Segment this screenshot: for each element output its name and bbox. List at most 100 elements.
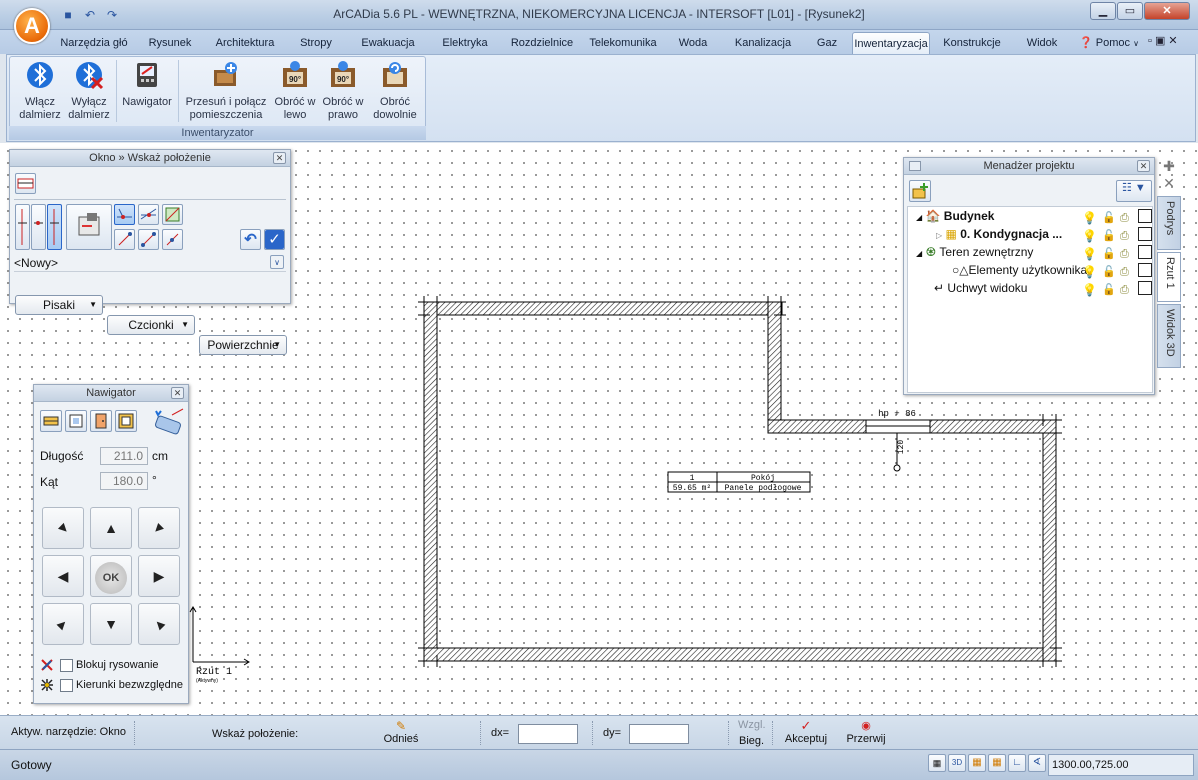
room-label[interactable]: 1 Pokój 59.65 m² Panele podłogowe xyxy=(667,471,811,493)
accept-button[interactable]: ✓ xyxy=(264,229,285,250)
dx-input[interactable] xyxy=(518,724,578,744)
move-right-button[interactable]: ▶ xyxy=(138,555,180,597)
surfaces-dropdown[interactable]: Powierzchnie xyxy=(199,335,287,355)
tab-rozdzielnice[interactable]: Rozdzielnice xyxy=(504,32,580,54)
tab-stropy[interactable]: Stropy xyxy=(290,32,342,54)
nav-mode-wall-button[interactable] xyxy=(40,410,62,432)
maximize-button[interactable]: ▭ xyxy=(1117,2,1143,20)
move-up-button[interactable]: ▲ xyxy=(90,507,132,549)
move-up-left-button[interactable]: ▼ xyxy=(42,507,84,549)
tab-widok[interactable]: Widok xyxy=(1016,32,1068,54)
help-menu[interactable]: ❓ Pomoc ∨ xyxy=(1074,32,1144,54)
enable-rangefinder-button[interactable]: Włącz dalmierz xyxy=(14,58,66,122)
style-select[interactable]: <Nowy> ∨ xyxy=(14,254,286,272)
lock-icon[interactable]: 🔓 🔓 🔓 🔓 🔓 xyxy=(1102,209,1116,299)
visibility-icon[interactable]: 💡 💡 💡 💡 💡 xyxy=(1082,209,1097,299)
rotate-right-button[interactable]: 90° Obróć w prawo xyxy=(320,58,366,122)
rotate-free-button[interactable]: Obróć dowolnie xyxy=(368,58,422,122)
snap-mode-6-button[interactable] xyxy=(162,229,183,250)
select-checkbox[interactable] xyxy=(1138,281,1152,295)
rotate-left-button[interactable]: 90° Obróć w lewo xyxy=(272,58,318,122)
accept-command-button[interactable]: ✓ Akceptuj xyxy=(782,719,830,746)
navigator-titlebar[interactable]: Nawigator ✕ xyxy=(34,385,188,402)
redo-icon[interactable]: ↷ xyxy=(104,7,120,23)
disable-rangefinder-button[interactable]: Wyłącz dalmierz xyxy=(64,58,114,122)
tab-narzedzia[interactable]: Narzędzia głó xyxy=(56,32,132,54)
tree-item-storey[interactable]: ▷ ▦ 0. Kondygnacja ... xyxy=(936,225,1076,243)
nav-mode-room-button[interactable] xyxy=(115,410,137,432)
nav-mode-door-button[interactable] xyxy=(90,410,112,432)
window-properties-button[interactable] xyxy=(66,204,112,250)
placement-center-button[interactable] xyxy=(31,204,46,250)
tab-telekomunikacja[interactable]: Telekomunika xyxy=(584,32,662,54)
move-left-button[interactable]: ◀ xyxy=(42,555,84,597)
project-manager-close-button[interactable]: ✕ xyxy=(1137,160,1150,172)
tab-rysunek[interactable]: Rysunek xyxy=(140,32,200,54)
snap-mode-3-button[interactable] xyxy=(162,204,183,225)
navigator-close-button[interactable]: ✕ xyxy=(171,387,184,399)
rangefinder-device-icon[interactable] xyxy=(150,407,186,439)
side-tab-rzut[interactable]: Rzut 1 xyxy=(1157,252,1181,302)
side-tab-widok-3d[interactable]: Widok 3D xyxy=(1157,304,1181,368)
select-checkbox[interactable] xyxy=(1138,263,1152,277)
minimize-button[interactable]: ▁ xyxy=(1090,2,1116,20)
length-input[interactable]: 211.0 xyxy=(100,447,148,465)
style-browse-icon[interactable]: ∨ xyxy=(270,255,284,269)
fonts-dropdown[interactable]: Czcionki xyxy=(107,315,195,335)
dy-input[interactable] xyxy=(629,724,689,744)
move-down-button[interactable]: ▼ xyxy=(90,603,132,645)
angle-input[interactable]: 180.0 xyxy=(100,472,148,490)
panel-menu-icon[interactable] xyxy=(909,161,921,171)
move-down-left-button[interactable]: ▲ xyxy=(42,603,84,645)
navigator-button[interactable]: Nawigator xyxy=(118,58,176,109)
pin-icon[interactable]: ✚ ✕ xyxy=(1159,158,1179,194)
grid-icon[interactable]: ▦ xyxy=(988,754,1006,772)
app-logo-button[interactable]: A xyxy=(14,8,50,44)
tab-inwentaryzacja[interactable]: Inwentaryzacja xyxy=(852,32,930,54)
tree-item-building[interactable]: ◢ 🏠 Budynek xyxy=(916,207,994,225)
snap-mode-4-button[interactable] xyxy=(114,229,135,250)
project-manager-titlebar[interactable]: Menadżer projektu ✕ xyxy=(904,158,1154,175)
tab-woda[interactable]: Woda xyxy=(670,32,716,54)
tab-elektryka[interactable]: Elektryka xyxy=(434,32,496,54)
tree-item-user-elements[interactable]: ○△Elementy użytkownika xyxy=(952,261,1087,279)
polar-toggle[interactable]: Bieg. xyxy=(739,735,764,747)
close-button[interactable]: ✕ xyxy=(1144,2,1190,20)
save-icon[interactable]: ■ xyxy=(60,7,76,23)
ribbon-window-controls[interactable]: ▫ ▣ ✕ xyxy=(1148,34,1178,47)
snap-mode-2-button[interactable] xyxy=(138,204,159,225)
filter-dropdown[interactable]: ☷ ▼ xyxy=(1116,180,1152,202)
grid-view-icon[interactable]: ▦ xyxy=(928,754,946,772)
relative-toggle[interactable]: Wzgl. xyxy=(738,719,766,731)
snap-icon[interactable]: ▦ xyxy=(968,754,986,772)
tree-item-terrain[interactable]: ◢ ♼ Teren zewnętrzny xyxy=(916,243,1033,261)
select-checkbox[interactable] xyxy=(1138,209,1152,223)
window-type-button[interactable] xyxy=(15,173,36,194)
undo-button[interactable]: ↶ xyxy=(240,229,261,250)
move-up-right-button[interactable]: ▼ xyxy=(138,507,180,549)
print-icon[interactable]: ⎙ ⎙ ⎙ ⎙ ⎙ xyxy=(1120,209,1129,299)
ok-button[interactable]: OK xyxy=(90,555,132,597)
select-checkbox[interactable] xyxy=(1138,227,1152,241)
block-drawing-checkbox[interactable] xyxy=(60,659,73,672)
tab-gaz[interactable]: Gaz xyxy=(810,32,844,54)
add-item-button[interactable] xyxy=(909,180,931,202)
window-panel-close-button[interactable]: ✕ xyxy=(273,152,286,164)
ortho-icon[interactable]: ∟ xyxy=(1008,754,1026,772)
tab-konstrukcje[interactable]: Konstrukcje xyxy=(934,32,1010,54)
snap-mode-5-button[interactable] xyxy=(138,229,159,250)
refer-button[interactable]: ✎ Odnieś xyxy=(380,719,422,745)
tab-ewakuacja[interactable]: Ewakuacja xyxy=(352,32,424,54)
move-merge-rooms-button[interactable]: Przesuń i połącz pomieszczenia xyxy=(182,58,270,122)
interrupt-button[interactable]: ◉ Przerwij xyxy=(842,719,890,745)
move-down-right-button[interactable]: ▲ xyxy=(138,603,180,645)
window-panel-titlebar[interactable]: Okno » Wskaż położenie ✕ xyxy=(10,150,290,167)
placement-left-button[interactable] xyxy=(15,204,30,250)
3d-view-icon[interactable]: 3D xyxy=(948,754,966,772)
side-tab-podrys[interactable]: Podrys xyxy=(1157,196,1181,250)
select-checkbox[interactable] xyxy=(1138,245,1152,259)
nav-mode-window-button[interactable] xyxy=(65,410,87,432)
absolute-directions-checkbox[interactable] xyxy=(60,679,73,692)
snap-mode-1-button[interactable] xyxy=(114,204,135,225)
tree-item-view-handle[interactable]: ↵ Uchwyt widoku xyxy=(934,279,1027,297)
